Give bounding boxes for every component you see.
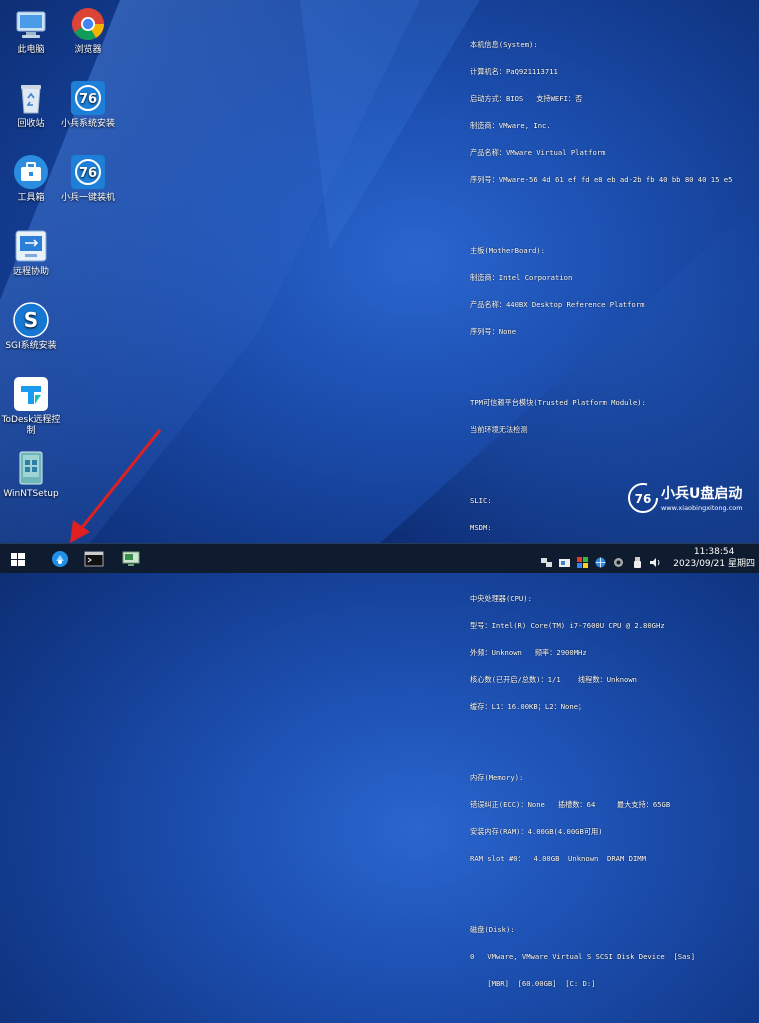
desktop-icon-label: 浏览器 xyxy=(74,45,102,55)
color-app-icon[interactable] xyxy=(577,553,588,568)
info-line: 产品名称：VMware Virtual Platform xyxy=(470,148,606,157)
xiaobing-taskbar-button[interactable] xyxy=(50,549,70,569)
svg-text:76: 76 xyxy=(79,166,97,181)
cpu-info-block: 中央处理器(CPU): 型号：Intel(R) Core(TM) i7-7600… xyxy=(470,576,732,729)
start-button[interactable] xyxy=(8,549,28,569)
desktop-icon-this-pc[interactable]: 此电脑 xyxy=(0,6,62,56)
chrome-icon xyxy=(70,6,106,42)
brand-name: 小兵U盘启动 xyxy=(661,486,743,502)
info-line: 内存(Memory): xyxy=(470,773,524,782)
svg-text:76: 76 xyxy=(635,492,652,506)
desktop-icon-label: ToDesk远程控制 xyxy=(1,415,61,436)
device-icon[interactable] xyxy=(559,553,570,567)
info-line: TPM可信赖平台模块(Trusted Platform Module): xyxy=(470,398,646,407)
desktop-icon-label: 工具箱 xyxy=(17,193,45,203)
info-line: [MBR] [60.00GB] [C: D:] xyxy=(470,979,596,988)
xiaobing-logo-icon: 76 xyxy=(628,483,658,513)
info-line: 产品名称：440BX Desktop Reference Platform xyxy=(470,300,645,309)
info-line: 外频：Unknown 频率：2900MHz xyxy=(470,648,587,657)
desktop-icon-xiaobing-install[interactable]: 76 小兵系统安装 xyxy=(57,80,119,130)
info-line: 本机信息(System): xyxy=(470,40,538,49)
terminal-icon xyxy=(84,551,104,567)
info-line: 安装内存(RAM)：4.00GB(4.00GB可用) xyxy=(470,827,603,836)
desktop-icon-xiaobing-oneclick[interactable]: 76 小兵一键装机 xyxy=(57,154,119,204)
monitor-app-icon xyxy=(122,551,140,566)
motherboard-info-block: 主板(MotherBoard): 制造商：Intel Corporation 产… xyxy=(470,228,732,354)
volume-icon[interactable] xyxy=(650,553,661,567)
xiaobing-oneclick-icon: 76 xyxy=(70,154,106,190)
sgi-icon: S xyxy=(13,302,49,338)
info-line: 型号：Intel(R) Core(TM) i7-7600U CPU @ 2.80… xyxy=(470,621,665,630)
recycle-bin-icon xyxy=(13,80,49,116)
system-info-block: 本机信息(System): 计算机名：PaQ921113711 启动方式：BIO… xyxy=(470,22,732,202)
disk-info-block: 磁盘(Disk): 0 VMware, VMware Virtual S SCS… xyxy=(470,907,732,1006)
desktop-icon-label: WinNTSetup xyxy=(3,489,59,499)
info-line: 主板(MotherBoard): xyxy=(470,246,545,255)
info-line: 核心数(已开启/总数)：1/1 线程数：Unknown xyxy=(470,675,638,684)
xiaobing-app-icon xyxy=(52,551,68,567)
info-line: 中央处理器(CPU): xyxy=(470,594,532,603)
clock-date: 2023/09/21 星期四 xyxy=(673,559,755,569)
cmd-taskbar-button[interactable] xyxy=(84,549,104,569)
desktop-icon-label: 远程协助 xyxy=(12,267,49,277)
desktop-icon-remote-assist[interactable]: 远程协助 xyxy=(0,228,62,278)
taskbar: 11:38:54 2023/09/21 星期四 xyxy=(0,543,759,573)
brand-watermark: 76 小兵U盘启动 www.xiaobingxitong.com xyxy=(627,480,759,520)
brand-url: www.xiaobingxitong.com xyxy=(661,504,743,512)
usb-drive-icon[interactable] xyxy=(632,553,643,568)
computer-icon xyxy=(13,6,49,42)
desktop-icon-toolbox[interactable]: 工具箱 xyxy=(0,154,62,204)
info-line: 启动方式：BIOS 支持WEFI：否 xyxy=(470,94,583,103)
desktop-icon-sgi[interactable]: S SGI系统安装 xyxy=(0,302,62,352)
clock-time: 11:38:54 xyxy=(693,547,735,557)
desktop-icon-recycle-bin[interactable]: 回收站 xyxy=(0,80,62,130)
info-line: 序列号：VMware-56 4d 61 ef fd e8 eb ad-2b fb… xyxy=(470,175,733,184)
remote-assist-icon xyxy=(13,228,49,264)
todesk-icon xyxy=(13,376,49,412)
taskbar-clock[interactable]: 11:38:54 2023/09/21 星期四 xyxy=(673,546,755,570)
info-line: 缓存：L1：16.00KB；L2：None； xyxy=(470,702,586,711)
globe-icon[interactable] xyxy=(595,553,606,568)
toolbox-icon xyxy=(13,154,49,190)
windows-logo-icon xyxy=(11,553,25,566)
info-line: 序列号：None xyxy=(470,327,517,336)
desktop-icon-label: 小兵一键装机 xyxy=(60,193,115,203)
info-line: RAM slot #0： 4.00GB Unknown DRAM DIMM xyxy=(470,854,646,863)
desktop-icon-label: 回收站 xyxy=(17,119,45,129)
memory-info-block: 内存(Memory): 错误纠正(ECC)：None 插槽数：64 最大支持：6… xyxy=(470,755,732,881)
info-line: 制造商：Intel Corporation xyxy=(470,273,573,282)
desktop-icon-winntsetup[interactable]: WinNTSetup xyxy=(0,450,62,500)
svg-text:S: S xyxy=(24,308,38,332)
settings-icon[interactable] xyxy=(613,553,624,567)
info-line: 错误纠正(ECC)：None 插槽数：64 最大支持：65GB xyxy=(470,800,671,809)
desktop-icon-browser[interactable]: 浏览器 xyxy=(57,6,119,56)
desktop-icon-todesk[interactable]: ToDesk远程控制 xyxy=(0,376,62,437)
info-line: 磁盘(Disk): xyxy=(470,925,515,934)
desktop-icon-label: 此电脑 xyxy=(17,45,45,55)
desktop-icon-label: 小兵系统安装 xyxy=(60,119,115,129)
info-line: 当前环境无法检测 xyxy=(470,425,528,434)
info-line: MSDM: xyxy=(470,523,492,532)
desktop-icon-label: SGI系统安装 xyxy=(5,341,57,351)
network-icon[interactable] xyxy=(541,553,552,567)
info-line: 计算机名：PaQ921113711 xyxy=(470,67,558,76)
xiaobing-installer-icon: 76 xyxy=(70,80,106,116)
tpm-info-block: TPM可信赖平台模块(Trusted Platform Module): 当前环… xyxy=(470,380,732,452)
svg-text:76: 76 xyxy=(79,92,97,107)
winntsetup-icon xyxy=(13,450,49,486)
info-line: 制造商：VMware, Inc. xyxy=(470,121,551,130)
app-taskbar-button[interactable] xyxy=(121,549,141,569)
info-line: 0 VMware, VMware Virtual S SCSI Disk Dev… xyxy=(470,952,696,961)
